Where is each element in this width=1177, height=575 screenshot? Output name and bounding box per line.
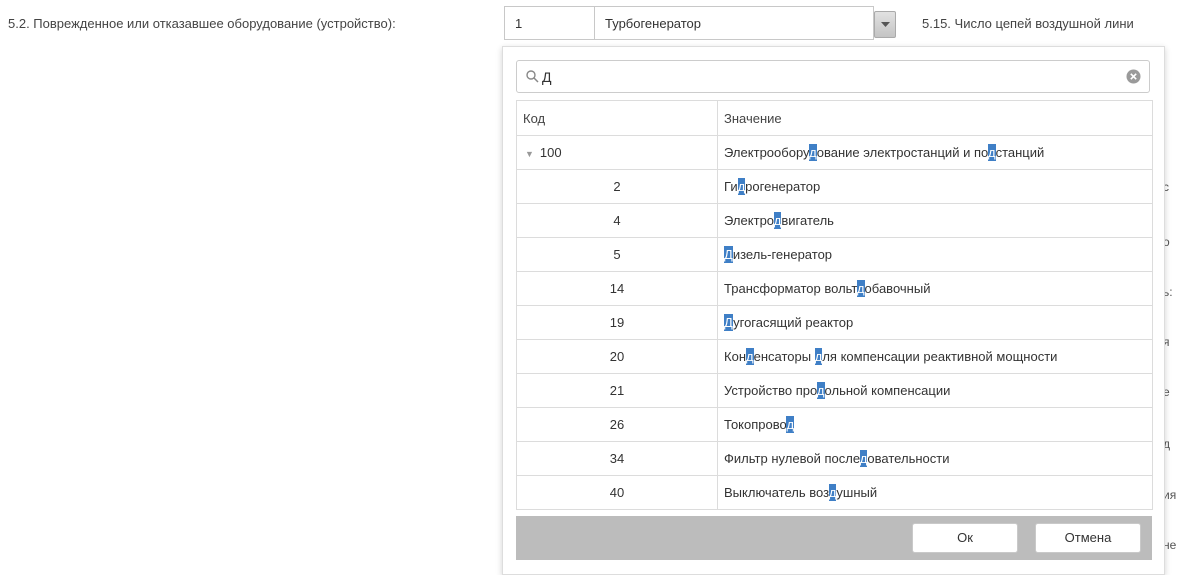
clear-icon[interactable] <box>1126 69 1141 84</box>
code-input[interactable]: 1 <box>504 6 594 40</box>
cell-code: 19 <box>516 305 718 340</box>
collapse-caret-icon[interactable]: ▼ <box>525 149 534 159</box>
column-header-code[interactable]: Код <box>516 100 718 136</box>
cell-value: Трансформатор вольтдобавочный <box>717 271 1153 306</box>
cell-value: Устройство продольной компенсации <box>717 373 1153 408</box>
cell-code: 5 <box>516 237 718 272</box>
table-row[interactable]: 40 Выключатель воздушный <box>516 475 1153 510</box>
cell-value: Дугогасящий реактор <box>717 305 1153 340</box>
table-row[interactable]: 34 Фильтр нулевой последовательности <box>516 441 1153 476</box>
cell-value: Электрооборудование электростанций и под… <box>717 135 1153 170</box>
table-row[interactable]: 26 Токопровод <box>516 407 1153 442</box>
results-table: Код Значение ▼ 100 Электрооборудование эле… <box>516 100 1153 510</box>
table-row[interactable]: 20 Конденсаторы для компенсации реактивно… <box>516 339 1153 374</box>
dialog-footer: Ок Отмена <box>516 516 1152 560</box>
cell-code: ▼ 100 <box>516 135 718 170</box>
lookup-dropdown: Д Код Значение ▼ 100 Электрооборудование э… <box>502 46 1165 575</box>
cell-code: 4 <box>516 203 718 238</box>
dropdown-toggle-button[interactable] <box>874 11 896 38</box>
cell-value: Фильтр нулевой последовательности <box>717 441 1153 476</box>
cell-code: 14 <box>516 271 718 306</box>
chevron-down-icon <box>881 22 890 27</box>
ok-button[interactable]: Ок <box>912 523 1018 553</box>
search-query: Д <box>542 69 552 85</box>
search-icon <box>526 70 539 83</box>
cell-code: 2 <box>516 169 718 204</box>
right-field-label: 5.15. Число цепей воздушной лини <box>922 16 1134 31</box>
cell-code: 40 <box>516 475 718 510</box>
cell-value: Конденсаторы для компенсации реактивной … <box>717 339 1153 374</box>
cell-code: 34 <box>516 441 718 476</box>
cell-code: 20 <box>516 339 718 374</box>
table-row[interactable]: 19 Дугогасящий реактор <box>516 305 1153 340</box>
column-header-value[interactable]: Значение <box>717 100 1153 136</box>
cell-value: Токопровод <box>717 407 1153 442</box>
cancel-button[interactable]: Отмена <box>1035 523 1141 553</box>
value-input[interactable]: Турбогенератор <box>594 6 874 40</box>
table-row[interactable]: 14 Трансформатор вольтдобавочный <box>516 271 1153 306</box>
table-header-row: Код Значение <box>516 100 1153 136</box>
cell-code: 26 <box>516 407 718 442</box>
tree-group-row[interactable]: ▼ 100 Электрооборудование электростанций и… <box>516 135 1153 170</box>
table-row[interactable]: 5 Дизель-генератор <box>516 237 1153 272</box>
table-row[interactable]: 4 Электродвигатель <box>516 203 1153 238</box>
field-label: 5.2. Поврежденное или отказавшее оборудо… <box>8 16 396 31</box>
cell-value: Гидрогенератор <box>717 169 1153 204</box>
table-row[interactable]: 21 Устройство продольной компенсации <box>516 373 1153 408</box>
table-row[interactable]: 2 Гидрогенератор <box>516 169 1153 204</box>
cell-value: Дизель-генератор <box>717 237 1153 272</box>
cell-code: 21 <box>516 373 718 408</box>
search-input[interactable]: Д <box>516 60 1150 93</box>
cell-value: Электродвигатель <box>717 203 1153 238</box>
cell-value: Выключатель воздушный <box>717 475 1153 510</box>
table-body: ▼ 100 Электрооборудование электростанций и… <box>516 135 1153 510</box>
